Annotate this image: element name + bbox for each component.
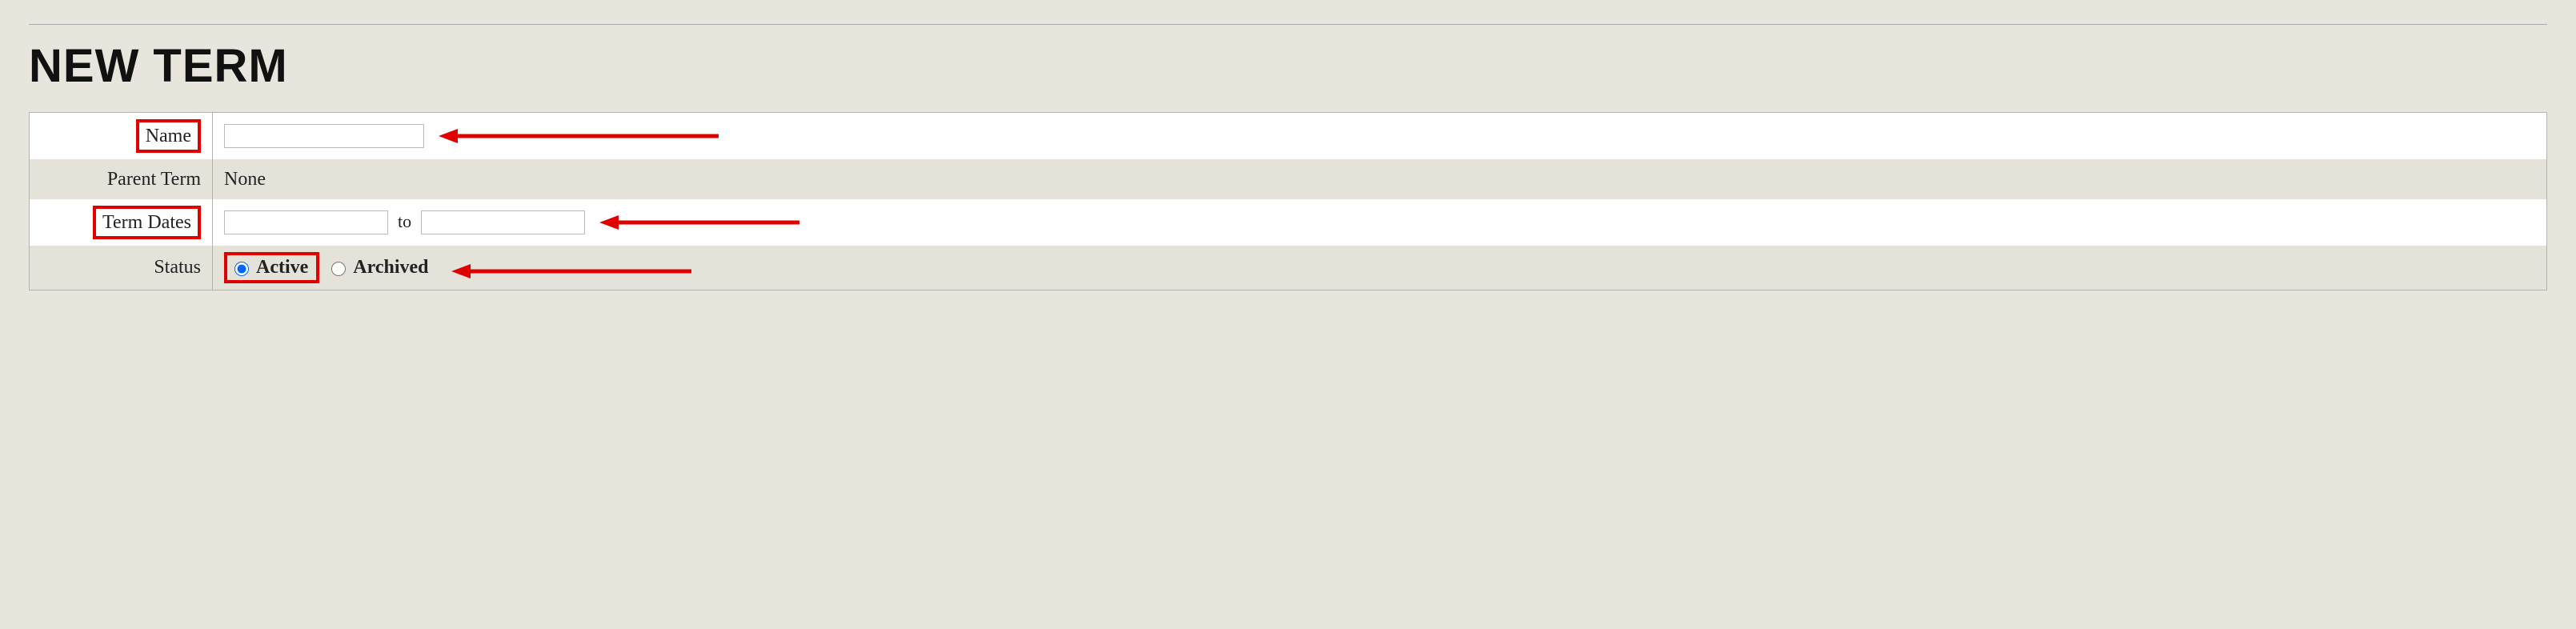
status-archived-option[interactable]: Archived	[324, 255, 436, 280]
arrow-icon	[451, 262, 691, 281]
term-dates-to-word: to	[398, 211, 411, 231]
label-status: Status	[30, 246, 213, 290]
row-term-dates: Term Dates to	[30, 199, 2547, 246]
page-title: NEW TERM	[29, 39, 2547, 93]
row-name: Name	[30, 113, 2547, 160]
label-parent-term: Parent Term	[30, 159, 213, 199]
new-term-form: Name Parent Term None Term Dates to	[29, 112, 2547, 290]
term-date-to-input[interactable]	[421, 210, 585, 234]
name-input[interactable]	[224, 124, 424, 148]
term-date-from-input[interactable]	[224, 210, 388, 234]
status-archived-radio[interactable]	[331, 262, 346, 276]
status-active-option[interactable]: Active	[227, 255, 316, 280]
label-name: Name	[136, 119, 201, 153]
row-parent-term: Parent Term None	[30, 159, 2547, 199]
status-archived-label: Archived	[353, 257, 428, 278]
top-rule	[29, 24, 2547, 25]
arrow-icon	[599, 213, 799, 232]
status-active-radio[interactable]	[234, 262, 249, 276]
status-active-label: Active	[256, 257, 308, 278]
row-status: Status Active Archived	[30, 246, 2547, 290]
value-parent-term: None	[213, 159, 2547, 199]
arrow-icon	[439, 126, 719, 146]
label-term-dates: Term Dates	[93, 206, 201, 239]
